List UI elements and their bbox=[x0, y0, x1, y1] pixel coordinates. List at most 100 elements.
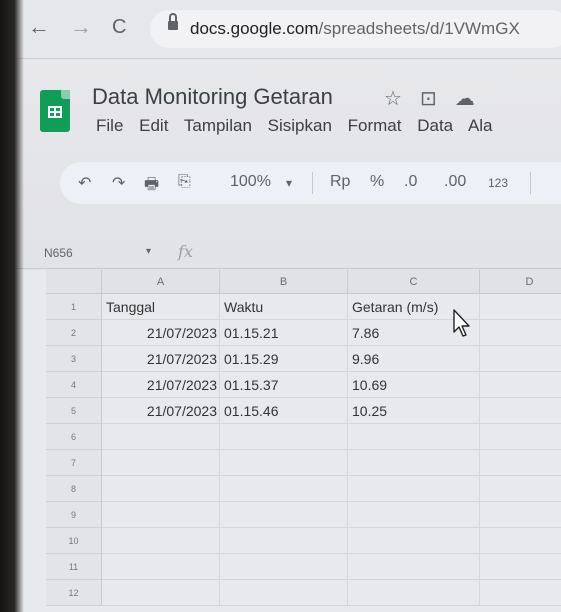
cell-c[interactable] bbox=[348, 554, 480, 580]
address-bar[interactable]: docs.google.com/spreadsheets/d/1VWmGX bbox=[150, 10, 561, 48]
select-all-corner[interactable] bbox=[46, 270, 102, 294]
undo-icon[interactable]: ↶ bbox=[78, 173, 91, 193]
row-header[interactable]: 2 bbox=[46, 320, 102, 346]
mouse-pointer-icon bbox=[453, 309, 470, 337]
cell-a[interactable] bbox=[102, 502, 220, 528]
document-title[interactable]: Data Monitoring Getaran bbox=[92, 84, 333, 110]
menu-data[interactable]: Data bbox=[417, 116, 453, 135]
cell-a[interactable] bbox=[102, 476, 220, 502]
cell-d[interactable] bbox=[480, 424, 561, 450]
cell-c[interactable] bbox=[348, 502, 480, 528]
url-text[interactable]: docs.google.com/spreadsheets/d/1VWmGX bbox=[190, 19, 520, 39]
cell-d[interactable] bbox=[480, 372, 561, 398]
cell-c[interactable] bbox=[348, 424, 480, 450]
move-folder-icon[interactable]: ⊡ bbox=[420, 88, 455, 110]
cell-a[interactable]: 21/07/2023 bbox=[102, 346, 220, 372]
cell-d[interactable] bbox=[480, 346, 561, 372]
row-header[interactable]: 8 bbox=[46, 476, 102, 502]
paint-format-icon[interactable]: ⎘ bbox=[178, 173, 191, 191]
table-row: 11 bbox=[0, 554, 561, 580]
zoom-caret-icon[interactable]: ▾ bbox=[286, 176, 292, 190]
row-header[interactable]: 12 bbox=[46, 580, 102, 606]
menu-insert[interactable]: Sisipkan bbox=[268, 116, 332, 135]
menu-format[interactable]: Format bbox=[348, 116, 402, 135]
column-header-c[interactable]: C bbox=[348, 270, 480, 294]
lock-icon[interactable] bbox=[168, 13, 178, 31]
cell-c[interactable] bbox=[348, 450, 480, 476]
cell-c[interactable] bbox=[348, 580, 480, 606]
column-header-a[interactable]: A bbox=[102, 270, 220, 294]
cell-b[interactable]: 01.15.46 bbox=[220, 398, 348, 424]
screen: ← → C docs.google.com/spreadsheets/d/1VW… bbox=[0, 0, 561, 612]
cell-d[interactable] bbox=[480, 294, 561, 320]
cell-b[interactable]: 01.15.21 bbox=[220, 320, 348, 346]
row-header[interactable]: 7 bbox=[46, 450, 102, 476]
cell-b[interactable]: Waktu bbox=[220, 294, 348, 320]
cell-a[interactable]: 21/07/2023 bbox=[102, 320, 220, 346]
menu-file[interactable]: File bbox=[96, 116, 123, 135]
cell-b[interactable]: 01.15.29 bbox=[220, 346, 348, 372]
cell-c[interactable] bbox=[348, 528, 480, 554]
decrease-decimal-button[interactable]: .0 bbox=[404, 173, 417, 191]
cell-a[interactable] bbox=[102, 424, 220, 450]
menu-view[interactable]: Tampilan bbox=[184, 116, 252, 135]
cell-d[interactable] bbox=[480, 476, 561, 502]
menu-tools[interactable]: Ala bbox=[468, 116, 493, 135]
cell-b[interactable]: 01.15.37 bbox=[220, 372, 348, 398]
cell-a[interactable] bbox=[102, 450, 220, 476]
column-header-b[interactable]: B bbox=[220, 270, 348, 294]
cell-b[interactable] bbox=[220, 502, 348, 528]
row-header[interactable]: 3 bbox=[46, 346, 102, 372]
currency-format-button[interactable]: Rp bbox=[330, 173, 350, 191]
cell-d[interactable] bbox=[480, 320, 561, 346]
name-box-caret-icon[interactable]: ▾ bbox=[146, 246, 151, 257]
forward-arrow-icon[interactable]: → bbox=[70, 14, 92, 40]
column-header-d[interactable]: D bbox=[480, 270, 561, 294]
row-header[interactable]: 10 bbox=[46, 528, 102, 554]
redo-icon[interactable]: ↷ bbox=[112, 173, 125, 193]
cell-a[interactable] bbox=[102, 554, 220, 580]
cell-c[interactable]: 9.96 bbox=[348, 346, 480, 372]
cell-d[interactable] bbox=[480, 580, 561, 606]
cell-b[interactable] bbox=[220, 580, 348, 606]
name-box[interactable]: N656 bbox=[44, 246, 73, 260]
table-row: 10 bbox=[0, 528, 561, 554]
sheets-logo-icon[interactable] bbox=[40, 90, 70, 132]
row-header[interactable]: 1 bbox=[46, 294, 102, 320]
menu-edit[interactable]: Edit bbox=[139, 116, 168, 135]
row-header[interactable]: 4 bbox=[46, 372, 102, 398]
zoom-select[interactable]: 100% bbox=[230, 173, 271, 191]
reload-icon[interactable]: C bbox=[112, 16, 126, 39]
cell-d[interactable] bbox=[480, 450, 561, 476]
cell-b[interactable] bbox=[220, 424, 348, 450]
cell-a[interactable]: 21/07/2023 bbox=[102, 398, 220, 424]
row-header[interactable]: 9 bbox=[46, 502, 102, 528]
back-arrow-icon[interactable]: ← bbox=[28, 14, 50, 40]
cell-b[interactable] bbox=[220, 476, 348, 502]
print-icon[interactable]: 🖶 bbox=[144, 173, 159, 200]
cell-d[interactable] bbox=[480, 528, 561, 554]
cloud-status-icon[interactable]: ☁ bbox=[455, 88, 493, 110]
number-format-button[interactable]: 123 bbox=[488, 176, 508, 190]
cell-b[interactable] bbox=[220, 450, 348, 476]
cell-a[interactable] bbox=[102, 528, 220, 554]
increase-decimal-button[interactable]: .00 bbox=[444, 173, 466, 191]
cell-d[interactable] bbox=[480, 502, 561, 528]
cell-a[interactable]: Tanggal bbox=[102, 294, 220, 320]
row-header[interactable]: 5 bbox=[46, 398, 102, 424]
table-row: 9 bbox=[0, 502, 561, 528]
cell-c[interactable]: 10.69 bbox=[348, 372, 480, 398]
cell-d[interactable] bbox=[480, 554, 561, 580]
row-header[interactable]: 6 bbox=[46, 424, 102, 450]
star-icon[interactable]: ☆ bbox=[384, 88, 420, 110]
cell-b[interactable] bbox=[220, 528, 348, 554]
percent-format-button[interactable]: % bbox=[370, 173, 384, 191]
cell-c[interactable] bbox=[348, 476, 480, 502]
cell-a[interactable] bbox=[102, 580, 220, 606]
spreadsheet-grid[interactable]: A B C D 1 Tanggal Waktu Getaran (m/s) 2 21/07… bbox=[0, 270, 561, 612]
cell-a[interactable]: 21/07/2023 bbox=[102, 372, 220, 398]
cell-d[interactable] bbox=[480, 398, 561, 424]
cell-b[interactable] bbox=[220, 554, 348, 580]
cell-c[interactable]: 10.25 bbox=[348, 398, 480, 424]
row-header[interactable]: 11 bbox=[46, 554, 102, 580]
